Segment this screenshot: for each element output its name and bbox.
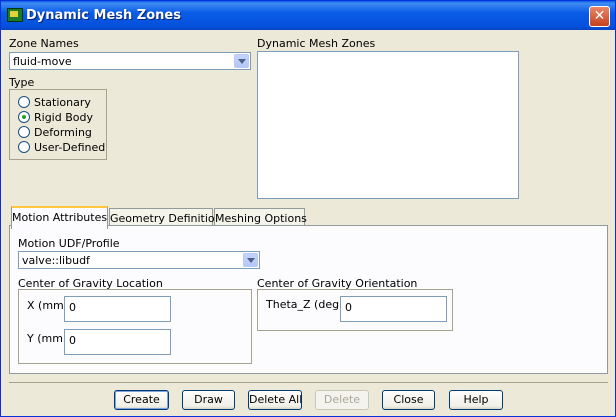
type-option-label: Rigid Body [34, 111, 93, 124]
chevron-down-icon[interactable] [243, 253, 258, 267]
type-option-label: User-Defined [34, 141, 106, 154]
delete-all-button[interactable]: Delete All [248, 390, 302, 410]
window-title: Dynamic Mesh Zones [26, 8, 181, 23]
type-group: Stationary Rigid Body Deforming User-Def… [9, 89, 107, 160]
x-mm-label: X (mm) [27, 299, 69, 312]
radio-button-rigid-body[interactable] [18, 111, 30, 123]
type-option-label: Deforming [34, 126, 92, 139]
radio-button-deforming[interactable] [18, 126, 30, 138]
draw-button[interactable]: Draw [182, 390, 235, 410]
theta-z-input[interactable]: 0 [340, 296, 447, 322]
radio-button-user-defined[interactable] [18, 141, 30, 153]
zone-names-label: Zone Names [9, 37, 79, 50]
dynamic-mesh-zones-list[interactable] [257, 51, 519, 199]
close-window-button[interactable]: ✕ [589, 6, 610, 27]
delete-button[interactable]: Delete [315, 390, 369, 410]
close-button[interactable]: Close [382, 390, 435, 410]
dynamic-mesh-zones-label: Dynamic Mesh Zones [257, 37, 376, 50]
x-mm-input[interactable]: 0 [64, 296, 171, 322]
y-mm-label: Y (mm) [27, 332, 68, 345]
zone-names-dropdown[interactable]: fluid-move [9, 52, 251, 70]
tab-motion-attributes[interactable]: Motion Attributes [11, 206, 108, 229]
create-button[interactable]: Create [114, 390, 169, 410]
radio-button-stationary[interactable] [18, 96, 30, 108]
cog-location-group: X (mm) 0 Y (mm) 0 [18, 289, 252, 364]
title-bar[interactable]: Dynamic Mesh Zones ✕ [1, 1, 615, 30]
motion-udf-value: valve::libudf [22, 254, 90, 267]
button-bar-divider [9, 382, 608, 383]
y-mm-input[interactable]: 0 [64, 329, 171, 355]
motion-attributes-panel: Motion UDF/Profile valve::libudf Center … [9, 225, 608, 374]
type-option-label: Stationary [34, 96, 91, 109]
theta-z-label: Theta_Z (deg) [266, 298, 344, 311]
motion-udf-label: Motion UDF/Profile [18, 237, 120, 250]
chevron-down-icon[interactable] [234, 54, 249, 68]
type-label: Type [9, 76, 35, 89]
motion-udf-dropdown[interactable]: valve::libudf [18, 251, 260, 269]
cog-orientation-group: Theta_Z (deg) 0 [257, 289, 453, 331]
zone-names-value: fluid-move [13, 55, 72, 68]
dynamic-mesh-zones-dialog: Dynamic Mesh Zones ✕ Zone Names fluid-mo… [0, 0, 616, 417]
help-button[interactable]: Help [449, 390, 503, 410]
application-icon [7, 8, 23, 22]
